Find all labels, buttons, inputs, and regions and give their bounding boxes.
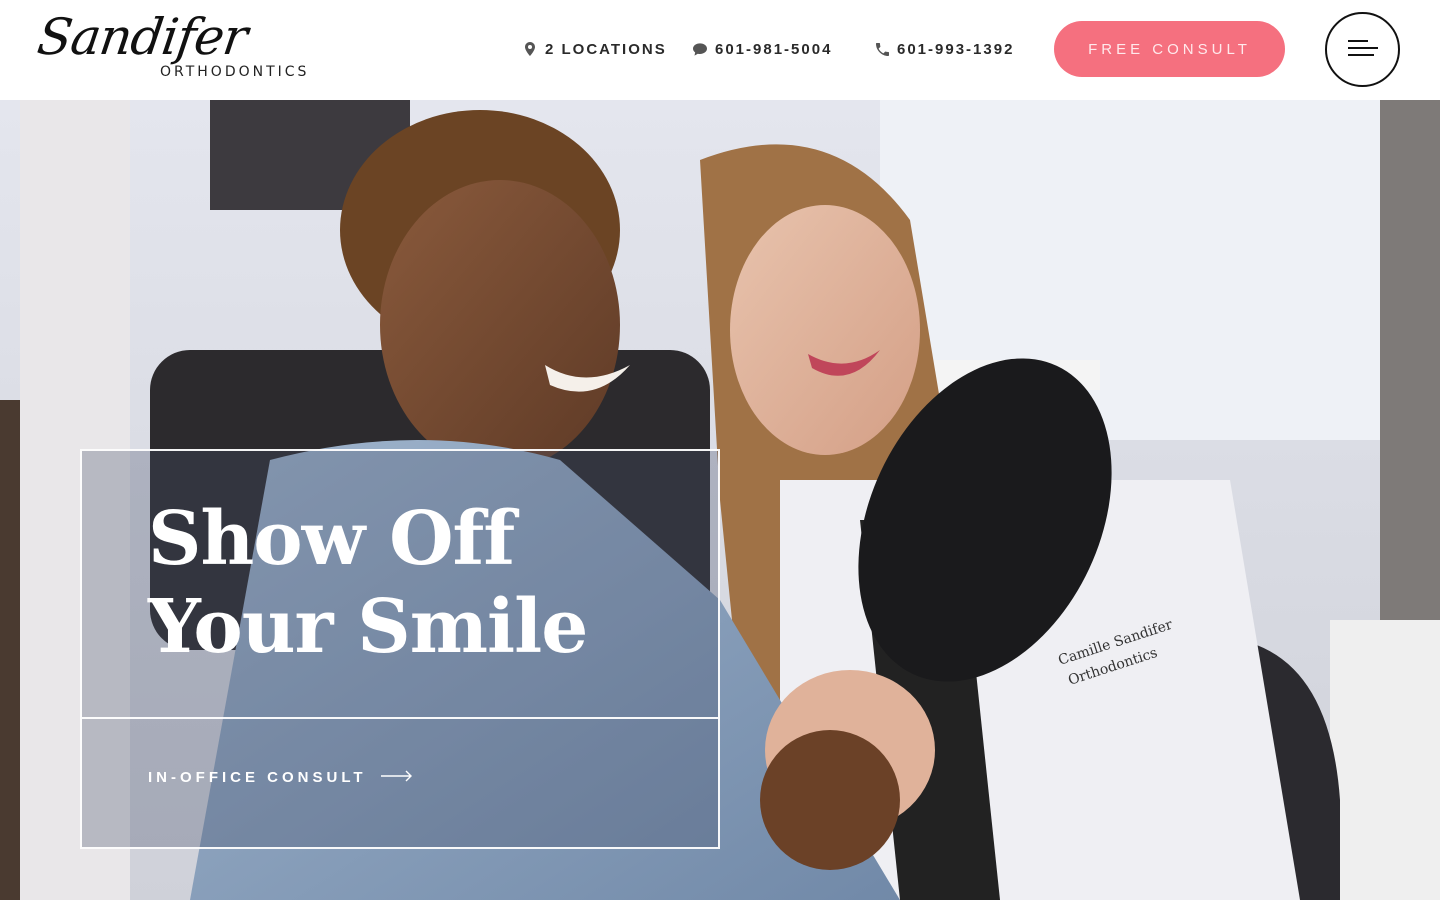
hamburger-menu-icon xyxy=(1347,40,1378,59)
hero-section: Camille Sandifer Orthodontics Show Off Y… xyxy=(0,100,1440,900)
hero-title: Show Off Your Smile xyxy=(148,495,708,671)
site-header: Sandifer ORTHODONTICS 2 LOCATIONS 601-98… xyxy=(0,0,1440,100)
hero-overlay-card: Show Off Your Smile IN-OFFICE CONSULT xyxy=(80,449,720,849)
nav-locations-label: 2 LOCATIONS xyxy=(545,40,667,58)
nav-text-label: 601-981-5004 xyxy=(715,40,833,58)
phone-icon xyxy=(875,42,889,56)
nav-phone-label: 601-993-1392 xyxy=(897,40,1015,58)
nav-text-link[interactable]: 601-981-5004 xyxy=(693,38,832,60)
logo[interactable]: Sandifer ORTHODONTICS xyxy=(34,8,318,90)
cta-label: IN-OFFICE CONSULT xyxy=(148,769,367,786)
nav-phone-link[interactable]: 601-993-1392 xyxy=(875,38,1014,60)
chat-bubble-icon xyxy=(693,42,707,56)
hero-title-line-1: Show Off xyxy=(148,496,515,582)
arrow-right-icon xyxy=(380,769,413,786)
logo-script-text: Sandifer xyxy=(33,8,251,66)
overlay-divider xyxy=(82,717,718,719)
map-pin-icon xyxy=(523,42,537,56)
hero-title-line-2: Your Smile xyxy=(148,584,588,670)
nav-locations-link[interactable]: 2 LOCATIONS xyxy=(523,38,667,60)
menu-button[interactable] xyxy=(1325,12,1400,87)
in-office-consult-link[interactable]: IN-OFFICE CONSULT xyxy=(148,769,413,786)
logo-subtitle: ORTHODONTICS xyxy=(160,64,310,80)
free-consult-button[interactable]: FREE CONSULT xyxy=(1054,21,1285,77)
